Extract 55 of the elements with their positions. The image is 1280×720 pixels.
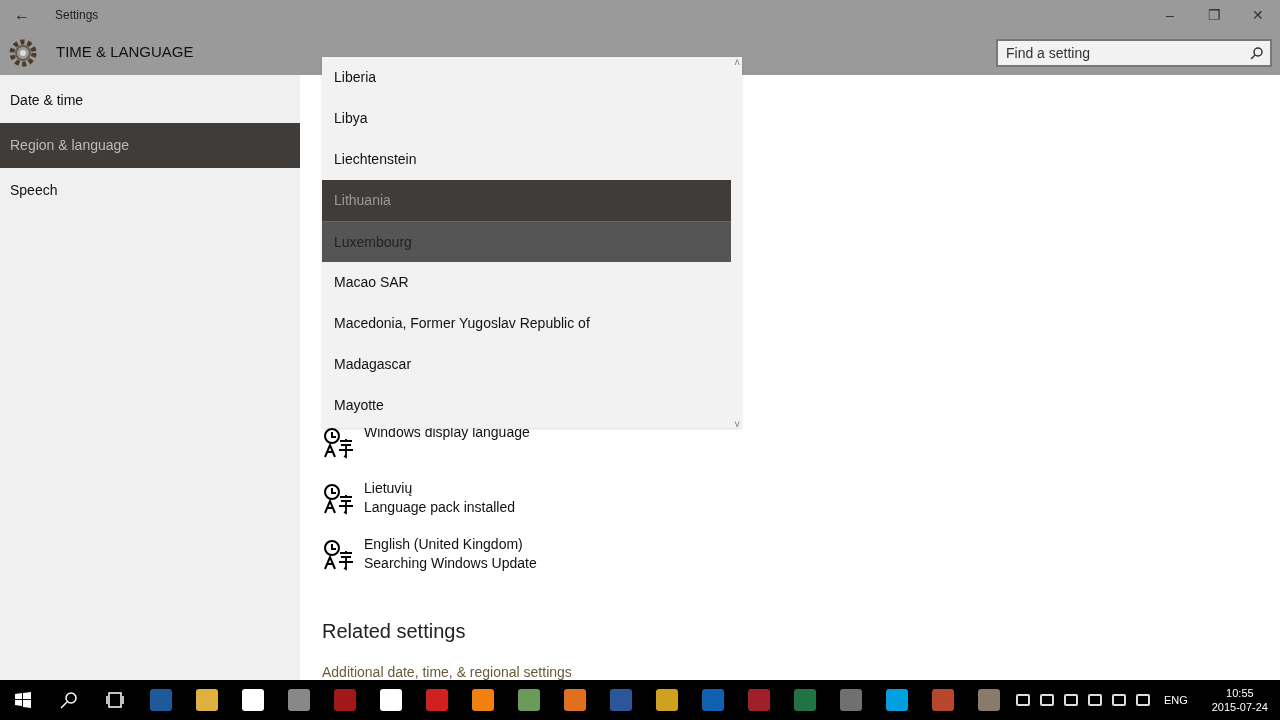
task-view-icon[interactable] — [106, 692, 124, 708]
app-icon[interactable] — [288, 689, 310, 711]
language-status: Language pack installed — [364, 498, 515, 517]
language-status: Searching Windows Update — [364, 554, 537, 573]
app-icon[interactable] — [702, 689, 724, 711]
restore-button[interactable]: ❐ — [1192, 4, 1236, 26]
close-button[interactable]: ✕ — [1236, 4, 1280, 26]
app-icon[interactable] — [656, 689, 678, 711]
app-icon[interactable] — [334, 689, 356, 711]
search-icon — [1250, 45, 1264, 60]
back-button[interactable]: ← — [0, 3, 44, 27]
app-icon[interactable] — [978, 689, 1000, 711]
app-icon[interactable] — [380, 689, 402, 711]
app-icon[interactable] — [196, 689, 218, 711]
app-icon[interactable] — [426, 689, 448, 711]
section-heading: Related settings — [322, 619, 467, 644]
scroll-up-arrow[interactable]: ˄ — [734, 55, 740, 70]
settings-link[interactable]: Additional date, time, & regional settings — [322, 662, 572, 683]
language-icon — [322, 427, 354, 459]
app-icon[interactable] — [840, 689, 862, 711]
dropdown-option[interactable]: Libya — [322, 98, 722, 139]
app-icon[interactable] — [886, 689, 908, 711]
window-title: Settings — [55, 7, 99, 24]
sidebar-item[interactable]: Region & language — [0, 123, 300, 168]
app-icon[interactable] — [472, 689, 494, 711]
language-indicator[interactable]: ENG — [1163, 691, 1188, 709]
search-icon[interactable] — [60, 691, 78, 709]
app-icon[interactable] — [932, 689, 954, 711]
dropdown-option[interactable]: Macao SAR — [322, 262, 722, 303]
dropdown-option[interactable]: Mayotte — [322, 385, 722, 426]
app-icon[interactable] — [150, 689, 172, 711]
app-icon[interactable] — [794, 689, 816, 711]
app-icon[interactable] — [242, 689, 264, 711]
app-icon[interactable] — [748, 689, 770, 711]
language-icon — [322, 539, 354, 571]
dropdown-option[interactable]: Liberia — [322, 57, 722, 98]
search-field[interactable]: Find a setting — [996, 38, 1272, 67]
clock-time: 10:55 — [1226, 686, 1254, 700]
sidebar-item[interactable]: Speech — [0, 168, 300, 213]
app-icon[interactable] — [564, 689, 586, 711]
language-name: English (United Kingdom) — [364, 535, 524, 554]
section-title: TIME & LANGUAGE — [56, 42, 194, 63]
dropdown-option[interactable]: Macedonia, Former Yugoslav Republic of — [322, 303, 722, 344]
dropdown-option[interactable]: Lithuania — [322, 180, 731, 221]
language-name: Lietuvių — [364, 479, 414, 498]
dropdown-option[interactable]: Madagascar — [322, 344, 722, 385]
clock-date: 2015-07-24 — [1211, 700, 1268, 714]
clock[interactable]: 10:55 2015-07-24 — [1211, 686, 1268, 714]
start-button[interactable] — [15, 692, 31, 708]
app-icon[interactable] — [610, 689, 632, 711]
minimize-button[interactable]: – — [1148, 4, 1192, 26]
language-icon — [322, 483, 354, 515]
sidebar-item[interactable]: Date & time — [0, 78, 300, 123]
dropdown-option[interactable]: Liechtenstein — [322, 139, 722, 180]
app-icon[interactable] — [518, 689, 540, 711]
